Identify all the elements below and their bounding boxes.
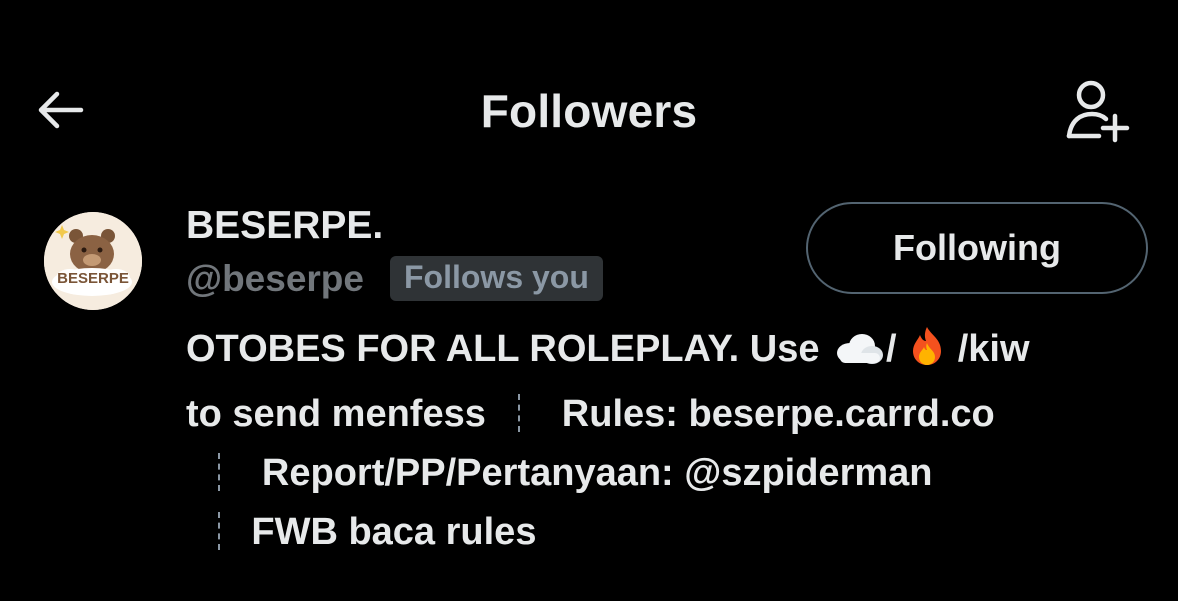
bio-line-4: FWB baca rules	[186, 503, 1146, 562]
bio-line-1-text: OTOBES FOR ALL ROLEPLAY. Use	[186, 328, 820, 370]
followers-screen: Followers BESERPE BESERPE. @beserpe Foll…	[0, 0, 1178, 601]
avatar[interactable]: BESERPE	[44, 212, 142, 310]
top-bar: Followers	[0, 60, 1178, 164]
follows-you-badge: Follows you	[390, 256, 603, 301]
bio-line-1-slash: /	[886, 328, 897, 370]
separator	[217, 453, 220, 491]
cloud-emoji-icon	[830, 326, 886, 385]
user-handle[interactable]: @beserpe	[186, 258, 364, 300]
bio-rules-link[interactable]: Rules: beserpe.carrd.co	[562, 393, 995, 435]
follower-row[interactable]: BESERPE BESERPE. @beserpe Follows you Fo…	[0, 190, 1178, 570]
bio-line-4-text: FWB baca rules	[251, 511, 537, 553]
page-title: Followers	[480, 85, 698, 137]
bear-logo-image: BESERPE	[44, 212, 142, 310]
separator	[517, 394, 520, 432]
bio-line-1-tail: /kiw	[957, 328, 1030, 370]
fire-emoji-icon	[907, 325, 947, 385]
person-plus-icon	[1066, 80, 1130, 143]
add-user-button[interactable]	[1058, 74, 1138, 148]
bio-line-2: to send menfess Rules: beserpe.carrd.co	[186, 385, 1146, 444]
following-button[interactable]: Following	[806, 202, 1148, 294]
separator	[217, 512, 220, 550]
bio-line-3-text[interactable]: Report/PP/Pertanyaan: @szpiderman	[262, 452, 933, 494]
bio: OTOBES FOR ALL ROLEPLAY. Use / /kiw to s…	[186, 320, 1146, 562]
bio-line-2-text: to send menfess	[186, 393, 486, 435]
avatar-label: BESERPE	[57, 270, 129, 287]
handle-line: @beserpe Follows you	[186, 256, 603, 301]
bio-line-3: Report/PP/Pertanyaan: @szpiderman	[186, 444, 1146, 503]
display-name[interactable]: BESERPE.	[186, 204, 383, 248]
bio-line-1: OTOBES FOR ALL ROLEPLAY. Use / /kiw	[186, 320, 1146, 385]
